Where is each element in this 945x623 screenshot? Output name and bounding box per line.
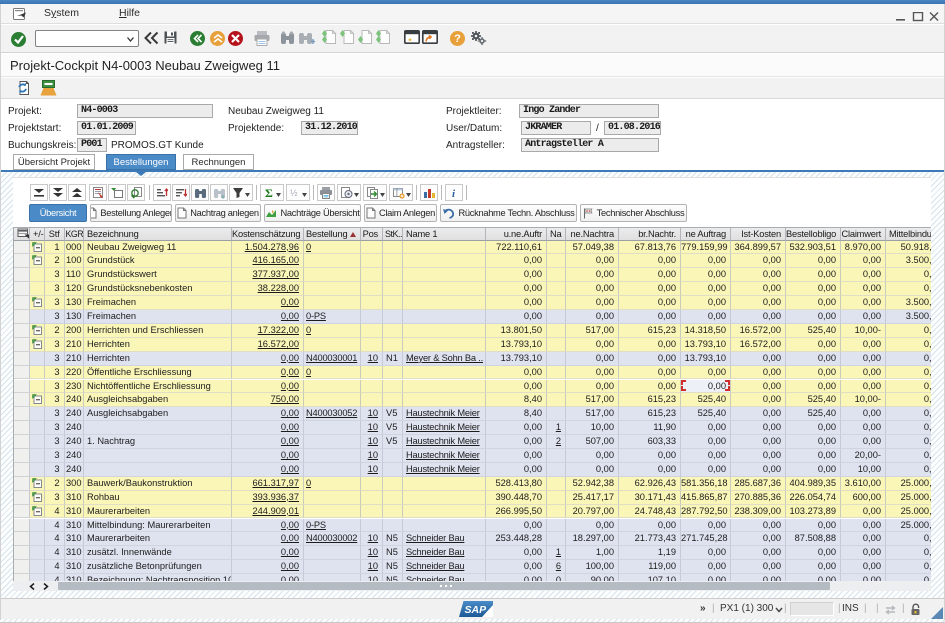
svg-text:SAP: SAP bbox=[465, 604, 488, 616]
svg-text:Σ: Σ bbox=[265, 187, 273, 199]
svg-text:½: ½ bbox=[290, 188, 298, 198]
svg-text:i: i bbox=[452, 188, 456, 199]
